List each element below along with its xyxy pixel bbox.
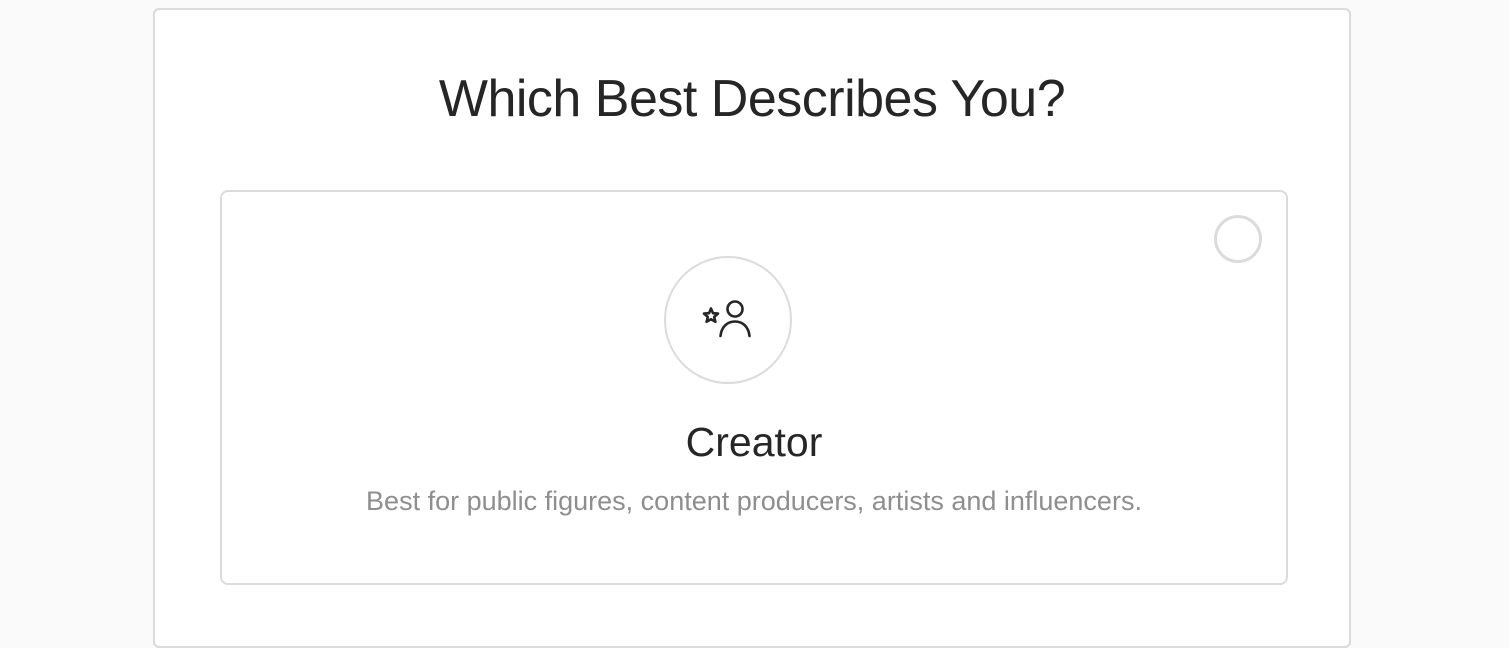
account-type-panel: Which Best Describes You? Creator Best f… [153, 8, 1351, 648]
option-description-creator: Best for public figures, content produce… [366, 486, 1142, 516]
option-card-creator[interactable]: Creator Best for public figures, content… [220, 190, 1288, 585]
page-title: Which Best Describes You? [438, 70, 1066, 128]
option-title-creator: Creator [685, 419, 823, 465]
option-radio-creator[interactable] [1214, 215, 1262, 263]
creator-icon [702, 300, 751, 338]
creator-icon-badge [664, 256, 792, 384]
